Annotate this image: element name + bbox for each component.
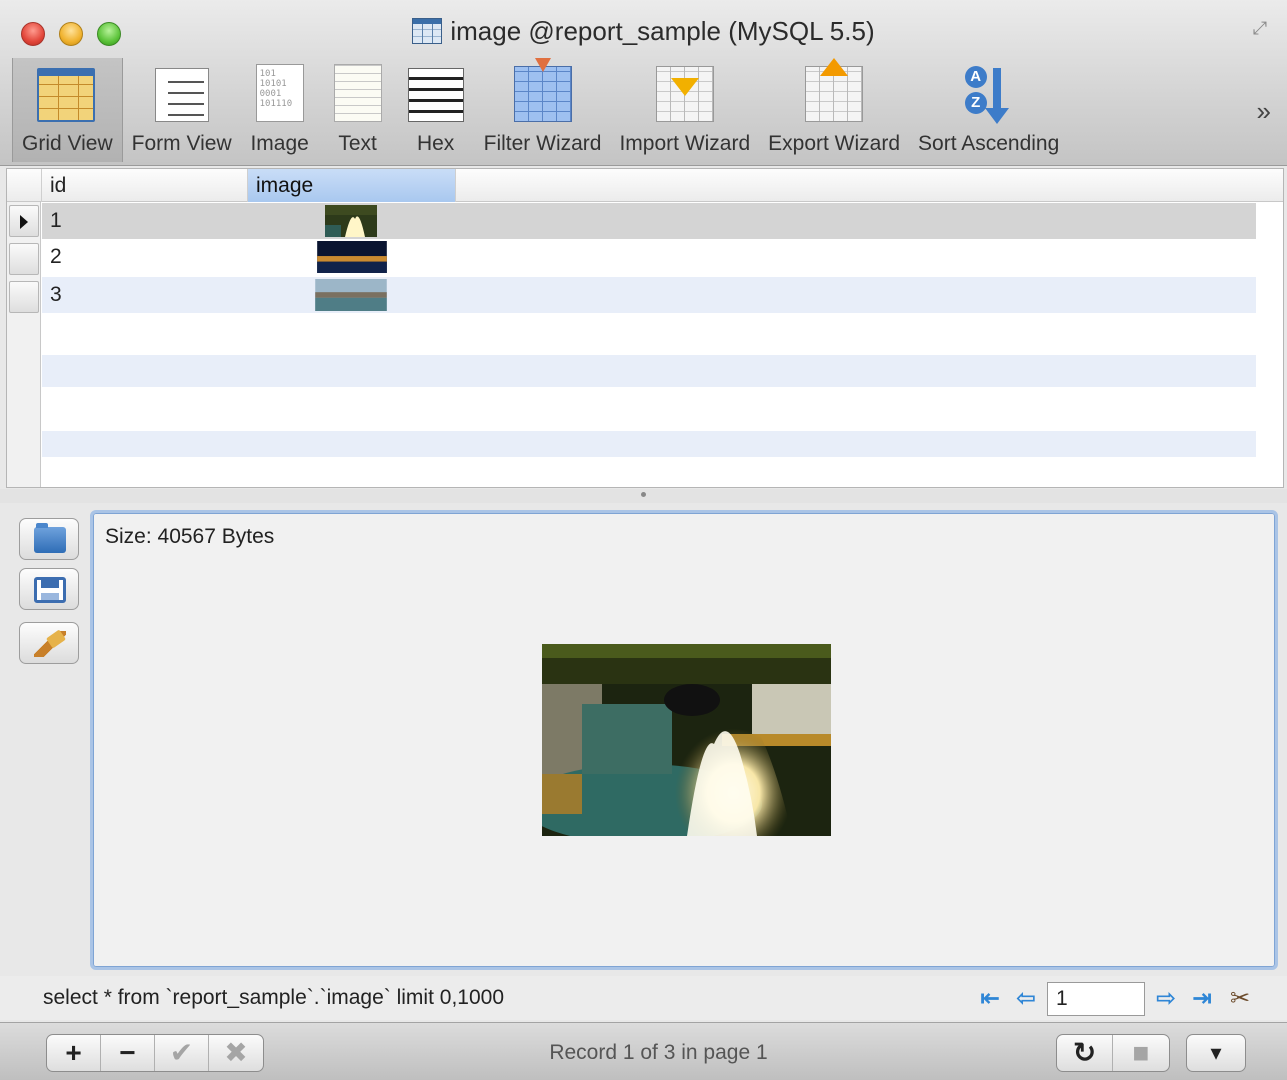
clear-image-button[interactable]: [19, 622, 79, 664]
hex-view-button[interactable]: Hex: [397, 58, 475, 162]
empty-row: [42, 387, 1256, 423]
save-icon: [34, 577, 66, 603]
import-wizard-icon: [655, 64, 715, 124]
row-selector-current[interactable]: [9, 205, 39, 237]
refresh-stop-buttons: ↻ ■: [1056, 1034, 1170, 1072]
column-header-id[interactable]: id: [42, 169, 248, 202]
page-navigator: ⇤ ⇦ 1 ⇨ ⇥ ✂: [975, 982, 1257, 1016]
image-view-button[interactable]: 101 10101 0001 101110 Image: [241, 58, 319, 162]
filter-wizard-button[interactable]: Filter Wizard: [475, 58, 611, 162]
column-header-image[interactable]: image: [248, 169, 456, 202]
refresh-button[interactable]: ↻: [1057, 1035, 1113, 1071]
page-number-input[interactable]: 1: [1047, 982, 1145, 1016]
last-page-icon[interactable]: ⇥: [1187, 984, 1217, 1014]
toolbar: Grid View Form View 101 10101 0001 10111…: [12, 58, 1068, 162]
tools-icon[interactable]: ✂: [1223, 982, 1257, 1016]
empty-row: [42, 355, 1256, 387]
sort-ascending-button[interactable]: AZ Sort Ascending: [909, 58, 1068, 162]
title-toolbar: image @report_sample (MySQL 5.5) ⤢ Grid …: [0, 0, 1287, 166]
sort-ascending-icon: AZ: [959, 64, 1019, 124]
grid-view-label: Grid View: [22, 132, 113, 155]
image-thumbnail[interactable]: [315, 241, 389, 273]
window-title-text: image @report_sample (MySQL 5.5): [450, 16, 875, 46]
image-preview[interactable]: [542, 644, 831, 836]
cell-id: 3: [50, 283, 62, 306]
empty-row: [42, 431, 1256, 457]
hex-view-label: Hex: [416, 132, 455, 155]
pane-splitter[interactable]: [0, 489, 1287, 503]
grid-view-icon: [37, 64, 97, 124]
open-folder-icon: [34, 523, 66, 553]
image-view-label: Image: [250, 132, 309, 155]
text-view-icon: [328, 64, 388, 124]
row-header-corner: [7, 169, 42, 202]
row-selector[interactable]: [9, 243, 39, 275]
image-thumbnail[interactable]: [325, 205, 377, 237]
toolbar-overflow-button[interactable]: »: [1257, 96, 1271, 127]
export-wizard-button[interactable]: Export Wizard: [759, 58, 909, 162]
cell-id: 2: [50, 245, 62, 268]
size-label: Size: 40567 Bytes: [105, 525, 275, 548]
grid-view-button[interactable]: Grid View: [12, 58, 123, 162]
form-view-icon: [152, 64, 212, 124]
sql-query-text: select * from `report_sample`.`image` li…: [43, 986, 504, 1009]
stop-button[interactable]: ■: [1113, 1035, 1169, 1071]
first-page-icon[interactable]: ⇤: [975, 984, 1005, 1014]
sql-status-bar: select * from `report_sample`.`image` li…: [0, 976, 1287, 1020]
image-viewer-panel: Size: 40567 Bytes: [90, 510, 1278, 970]
image-view-icon: 101 10101 0001 101110: [250, 64, 310, 124]
filter-wizard-icon: [513, 58, 573, 124]
options-menu-button[interactable]: ▾: [1186, 1034, 1246, 1072]
save-image-button[interactable]: [19, 568, 79, 610]
empty-row: [42, 314, 1256, 350]
table-row[interactable]: 2: [42, 239, 1256, 275]
cell-id: 1: [50, 209, 62, 232]
text-view-button[interactable]: Text: [319, 58, 397, 162]
hex-view-icon: [406, 64, 466, 124]
export-wizard-icon: [804, 58, 864, 124]
clear-brush-icon: [34, 631, 66, 657]
bottom-toolbar: + − ✔ ✖ Record 1 of 3 in page 1 ↻ ■ ▾: [0, 1022, 1287, 1080]
filter-wizard-label: Filter Wizard: [483, 132, 602, 155]
text-view-label: Text: [338, 132, 377, 155]
grid-header: id image: [7, 169, 1283, 202]
table-icon: [412, 18, 443, 44]
table-row[interactable]: 3: [42, 277, 1256, 313]
import-wizard-label: Import Wizard: [619, 132, 751, 155]
app-window: image @report_sample (MySQL 5.5) ⤢ Grid …: [0, 0, 1287, 1080]
row-selector[interactable]: [9, 281, 39, 313]
table-row[interactable]: 1: [42, 203, 1256, 239]
form-view-label: Form View: [131, 132, 232, 155]
data-grid[interactable]: id image 1 2 3: [6, 168, 1284, 488]
splitter-handle-icon: [641, 492, 646, 497]
export-wizard-label: Export Wizard: [768, 132, 901, 155]
window-title: image @report_sample (MySQL 5.5): [0, 16, 1287, 47]
image-thumbnail[interactable]: [313, 279, 389, 311]
fullscreen-icon[interactable]: ⤢: [1247, 18, 1273, 44]
previous-page-icon[interactable]: ⇦: [1011, 984, 1041, 1014]
binary-doc-glyph: 101 10101 0001 101110: [255, 64, 304, 122]
load-image-button[interactable]: [19, 518, 79, 560]
sort-ascending-label: Sort Ascending: [918, 132, 1060, 155]
import-wizard-button[interactable]: Import Wizard: [610, 58, 759, 162]
next-page-icon[interactable]: ⇨: [1151, 984, 1181, 1014]
form-view-button[interactable]: Form View: [123, 58, 241, 162]
